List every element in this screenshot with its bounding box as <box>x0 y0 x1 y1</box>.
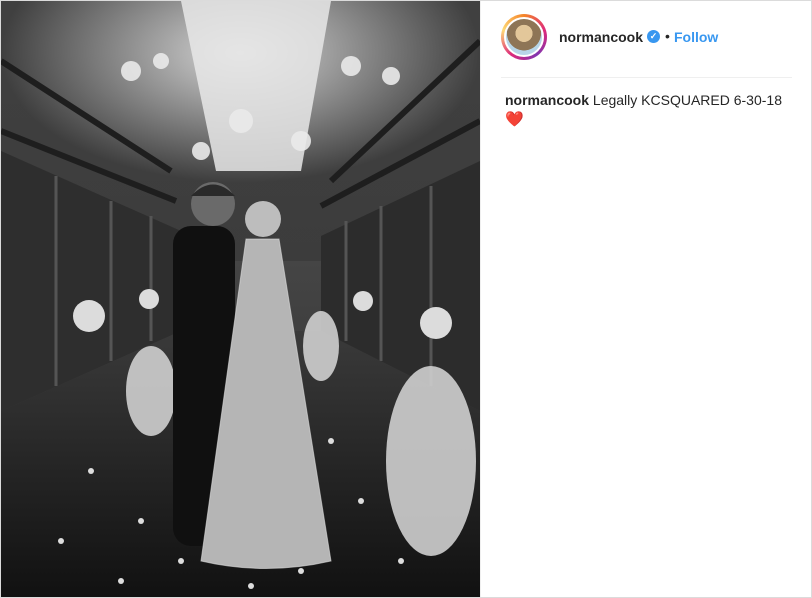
avatar-story-ring[interactable] <box>501 14 547 60</box>
avatar[interactable] <box>504 17 544 57</box>
verified-badge-icon: ✓ <box>647 30 660 43</box>
instagram-post: normancook ✓ • Follow normancook Legally… <box>0 0 812 598</box>
header-divider <box>501 77 792 78</box>
heart-emoji-icon: ❤️ <box>505 111 524 128</box>
post-header: normancook ✓ • Follow <box>481 1 811 77</box>
post-sidebar: normancook ✓ • Follow normancook Legally… <box>480 1 811 597</box>
post-caption: normancook Legally KCSQUARED 6-30-18 ❤️ <box>505 91 795 129</box>
separator-dot: • <box>665 28 670 44</box>
caption-username-link[interactable]: normancook <box>505 92 589 108</box>
username-link[interactable]: normancook <box>559 29 643 45</box>
caption-text: Legally KCSQUARED 6-30-18 <box>592 92 782 108</box>
follow-button[interactable]: Follow <box>674 29 718 45</box>
wedding-photo-image <box>1 1 480 597</box>
post-photo[interactable] <box>1 1 480 597</box>
